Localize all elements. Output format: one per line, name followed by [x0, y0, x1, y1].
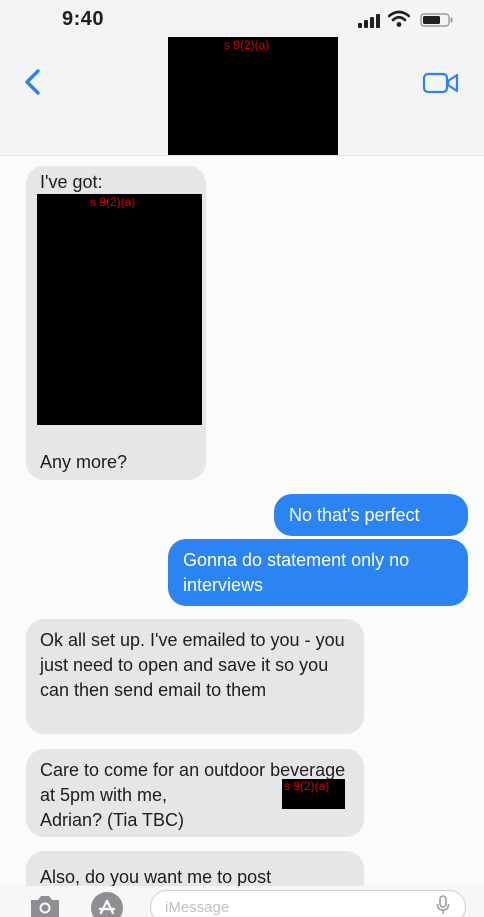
outgoing-message[interactable]: Gonna do statement only no interviews [168, 539, 468, 606]
incoming-message[interactable]: Ok all set up. I've emailed to you - you… [26, 619, 364, 734]
messages-screen: 9:40 s 9(2)(a) I've got: s 9(2)(a) Any m… [0, 0, 484, 917]
contact-redaction-code: s 9(2)(a) [224, 38, 270, 52]
signal-icon [358, 14, 380, 28]
chevron-left-icon[interactable] [22, 68, 44, 96]
message-redaction-code: s 9(2)(a) [284, 779, 330, 793]
video-camera-icon[interactable] [422, 71, 460, 95]
camera-icon[interactable] [28, 894, 62, 917]
wifi-icon [388, 10, 410, 27]
message-redaction-code: s 9(2)(a) [90, 195, 136, 209]
contact-name-redaction [168, 37, 338, 155]
microphone-icon[interactable] [436, 895, 450, 915]
message-text: I've got: [40, 172, 103, 192]
message-redaction [37, 194, 202, 425]
status-bar: 9:40 [0, 0, 484, 40]
status-time: 9:40 [62, 8, 105, 30]
battery-icon [420, 13, 453, 27]
message-input[interactable] [150, 890, 466, 917]
app-store-icon[interactable] [90, 892, 124, 917]
outgoing-message[interactable]: No that's perfect [274, 494, 468, 536]
message-text: Any more? [40, 452, 128, 472]
message-text: Adrian? (Tia TBC) [40, 810, 185, 830]
